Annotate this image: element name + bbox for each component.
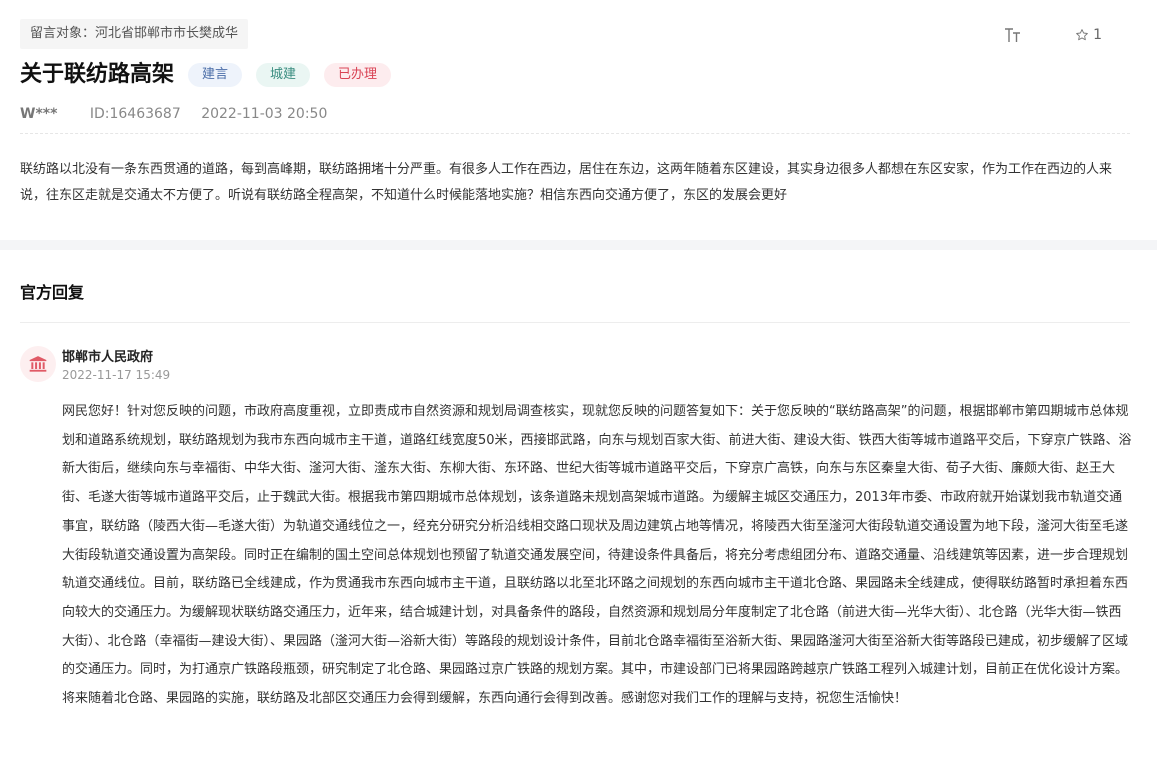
tag-domain: 城建: [256, 63, 311, 87]
tag-category: 建言: [188, 63, 243, 87]
message-section: 留言对象：河北省邯郸市市长樊成华 1 关于联纺路高架 建言 城建 已办理 W**…: [0, 0, 1157, 240]
message-target: 留言对象：河北省邯郸市市长樊成华: [20, 19, 249, 49]
toolbar: 1: [1003, 24, 1102, 46]
favorite-button[interactable]: 1: [1075, 27, 1102, 43]
status-badge: 已办理: [324, 63, 392, 87]
star-icon: [1076, 29, 1088, 41]
avatar: [20, 346, 56, 382]
divider: [20, 133, 1130, 134]
message-id: ID:16463687: [89, 106, 181, 122]
message-datetime: 2022-11-03 20:50: [201, 106, 328, 122]
author-name: W***: [20, 106, 58, 122]
government-building-icon: [29, 356, 47, 372]
divider: [20, 322, 1130, 323]
message-meta: W*** ID:16463687 2022-11-03 20:50: [20, 106, 327, 122]
favorite-count: 1: [1093, 27, 1102, 43]
reply-heading: 官方回复: [20, 283, 85, 302]
page-title: 关于联纺路高架: [20, 62, 175, 87]
reply-body: 网民您好！针对您反映的问题，市政府高度重视，立即责成市自然资源和规划局调查核实，…: [62, 404, 1132, 707]
reply-datetime: 2022-11-17 15:49: [62, 368, 171, 382]
font-size-icon[interactable]: [1003, 24, 1023, 46]
section-separator: [0, 240, 1157, 250]
reply-organization: 邯郸市人民政府: [62, 350, 154, 365]
message-content: 联纺路以北没有一条东西贯通的道路，每到高峰期，联纺路拥堵十分严重。有很多人工作在…: [20, 162, 1113, 203]
title-row: 关于联纺路高架 建言 城建 已办理: [20, 60, 392, 90]
